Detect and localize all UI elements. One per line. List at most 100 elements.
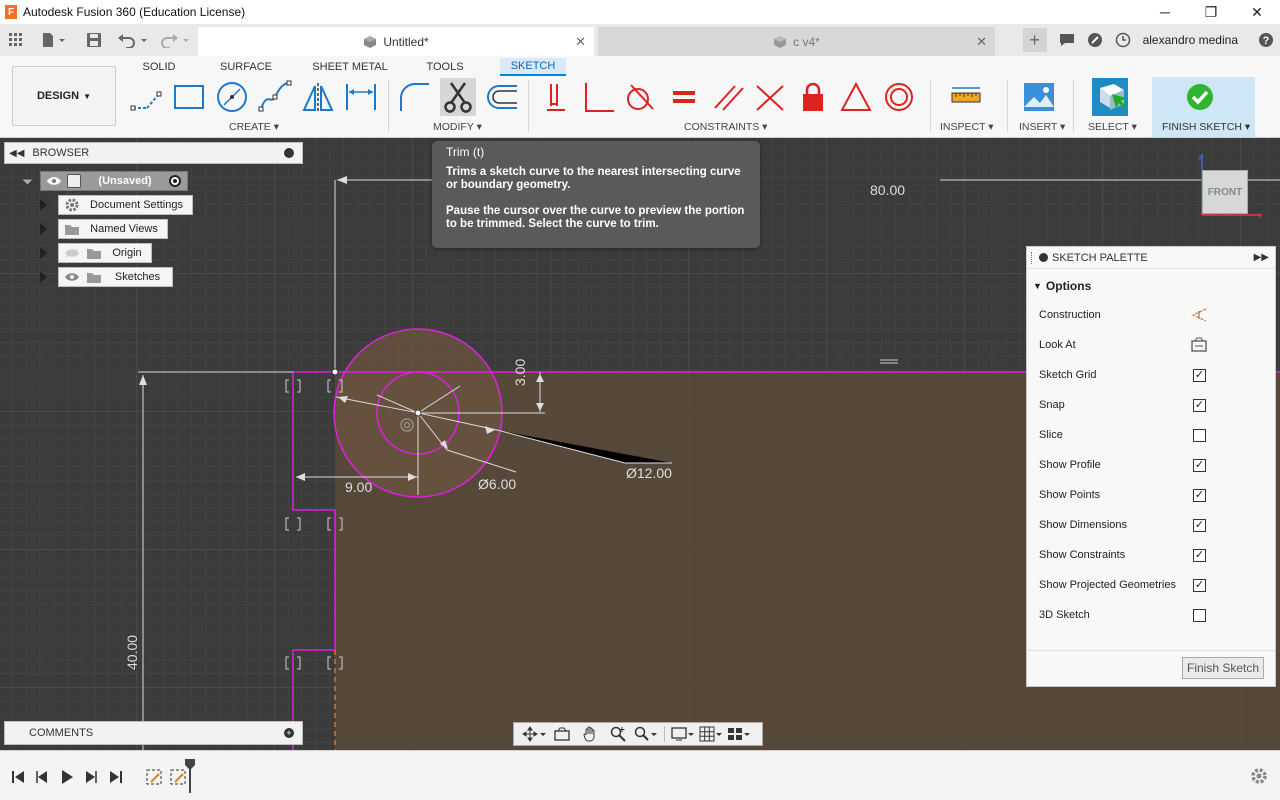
show-constraints-checkbox[interactable]: ✓	[1193, 548, 1206, 562]
insert-image-icon[interactable]	[1021, 78, 1057, 116]
help-icon[interactable]: ?	[1252, 24, 1280, 56]
options-section-toggle[interactable]: ▼ Options	[1033, 279, 1091, 293]
show-dimensions-checkbox[interactable]: ✓	[1193, 518, 1206, 532]
slice-checkbox[interactable]	[1193, 428, 1206, 442]
minimize-button[interactable]: ─	[1142, 0, 1188, 24]
expand-origin-icon[interactable]	[40, 247, 47, 259]
redo-icon[interactable]	[158, 30, 192, 50]
hidden-eye-icon[interactable]	[63, 247, 81, 259]
tab-c-v4[interactable]: c v4* ✕	[598, 27, 995, 56]
equal-constraint-icon[interactable]	[666, 78, 702, 116]
trim-tool-icon[interactable]	[440, 78, 476, 116]
fillet-tool-icon[interactable]	[397, 78, 433, 116]
rectangle-tool-icon[interactable]	[171, 78, 207, 116]
create-group-menu[interactable]: CREATE ▾	[229, 121, 279, 133]
parallel-constraint-icon[interactable]	[710, 78, 746, 116]
offset-tool-icon[interactable]	[483, 78, 519, 116]
tab-solid[interactable]: SOLID	[138, 58, 180, 76]
tab-untitled[interactable]: Untitled* ✕	[198, 27, 594, 56]
show-projected-geometries-checkbox[interactable]: ✓	[1193, 578, 1206, 592]
zoom-icon[interactable]	[604, 724, 632, 744]
activate-radio-icon[interactable]	[169, 175, 181, 187]
tab-tools[interactable]: TOOLS	[422, 58, 468, 76]
go-to-start-icon[interactable]	[8, 768, 28, 786]
spline-tool-icon[interactable]	[257, 78, 293, 116]
dimension-6-dia[interactable]: Ø6.00	[478, 476, 516, 492]
3d-sketch-checkbox[interactable]	[1193, 608, 1206, 622]
user-account-menu[interactable]: alexandro medina	[1137, 33, 1252, 47]
step-back-icon[interactable]	[32, 768, 52, 786]
tab-sketch[interactable]: SKETCH	[500, 58, 566, 76]
snap-checkbox[interactable]: ✓	[1193, 398, 1206, 412]
concentric-constraint-icon[interactable]	[881, 78, 917, 116]
collapse-chevron-icon[interactable]: ◀◀	[9, 148, 24, 159]
circle-tool-icon[interactable]	[214, 78, 250, 116]
finish-sketch-button[interactable]: FINISH SKETCH ▾	[1152, 77, 1255, 137]
orbit-icon[interactable]	[520, 724, 548, 744]
construction-icon[interactable]	[1190, 307, 1208, 323]
look-at-nav-icon[interactable]	[548, 724, 576, 744]
close-tab-icon[interactable]: ✕	[976, 34, 987, 50]
data-panel-grid-icon[interactable]	[6, 30, 26, 50]
palette-header[interactable]: SKETCH PALETTE ▶▶	[1027, 247, 1275, 269]
constraints-group-menu[interactable]: CONSTRAINTS ▾	[684, 121, 767, 133]
dimension-3[interactable]: 3.00	[512, 359, 528, 386]
fit-zoom-icon[interactable]	[632, 724, 660, 744]
minimize-palette-icon[interactable]	[1039, 253, 1048, 262]
extensions-icon[interactable]	[1081, 24, 1109, 56]
show-profile-checkbox[interactable]: ✓	[1193, 458, 1206, 472]
job-status-icon[interactable]	[1053, 24, 1081, 56]
visibility-eye-icon[interactable]	[63, 271, 81, 283]
maximize-button[interactable]: ❐	[1188, 0, 1234, 24]
new-tab-plus-icon[interactable]: +	[1022, 28, 1047, 52]
expand-named-views-icon[interactable]	[40, 223, 47, 235]
expand-sketches-icon[interactable]	[40, 271, 47, 283]
tab-sheet-metal[interactable]: SHEET METAL	[310, 58, 390, 76]
palette-finish-sketch-button[interactable]: Finish Sketch	[1182, 657, 1264, 679]
dimension-40[interactable]: 40.00	[124, 635, 140, 670]
browser-root-unsaved[interactable]: (Unsaved)	[40, 171, 188, 191]
browser-item-origin[interactable]: Origin	[58, 243, 152, 263]
save-icon[interactable]	[84, 30, 104, 50]
timeline-marker-icon[interactable]	[184, 759, 196, 796]
tangent-constraint-icon[interactable]	[622, 78, 658, 116]
notification-clock-icon[interactable]	[1109, 24, 1137, 56]
insert-group-menu[interactable]: INSERT ▾	[1019, 121, 1065, 133]
palette-grip-icon[interactable]	[1031, 251, 1033, 264]
play-icon[interactable]	[57, 768, 77, 786]
tab-surface[interactable]: SURFACE	[217, 58, 275, 76]
browser-item-named-views[interactable]: Named Views	[58, 219, 168, 239]
triangle-constraint-icon[interactable]	[838, 78, 874, 116]
coincident-constraint-icon[interactable]	[752, 78, 788, 116]
fix-lock-constraint-icon[interactable]	[795, 78, 831, 116]
visibility-eye-icon[interactable]	[45, 175, 63, 187]
dimension-80[interactable]: 80.00	[870, 182, 905, 198]
viewports-icon[interactable]	[725, 724, 753, 744]
step-forward-icon[interactable]	[81, 768, 101, 786]
select-arrow-icon[interactable]	[1092, 78, 1128, 116]
select-group-menu[interactable]: SELECT ▾	[1088, 121, 1137, 133]
timeline-settings-gear-icon[interactable]	[1250, 767, 1268, 788]
perpendicular-constraint-icon[interactable]	[580, 78, 616, 116]
show-points-checkbox[interactable]: ✓	[1193, 488, 1206, 502]
go-to-end-icon[interactable]	[106, 768, 126, 786]
file-menu-icon[interactable]	[38, 30, 70, 50]
expand-document-settings-icon[interactable]	[40, 199, 47, 211]
minimize-panel-icon[interactable]	[284, 148, 294, 158]
modify-group-menu[interactable]: MODIFY ▾	[433, 121, 482, 133]
dimension-9[interactable]: 9.00	[345, 479, 372, 495]
line-tool-icon[interactable]	[128, 78, 164, 116]
workspace-switcher-button[interactable]: DESIGN ▼	[12, 66, 116, 126]
browser-item-sketches[interactable]: Sketches	[58, 267, 173, 287]
timeline-sketch-feature-1[interactable]	[144, 768, 164, 786]
mirror-tool-icon[interactable]	[300, 78, 336, 116]
sketch-grid-checkbox[interactable]: ✓	[1193, 368, 1206, 382]
dimension-12-dia[interactable]: Ø12.00	[626, 465, 672, 481]
add-comment-icon[interactable]: +	[284, 728, 294, 738]
measure-ruler-icon[interactable]	[948, 78, 984, 116]
inspect-group-menu[interactable]: INSPECT ▾	[940, 121, 994, 133]
viewcube-front-face[interactable]: FRONT	[1202, 170, 1248, 214]
pan-hand-icon[interactable]	[576, 724, 604, 744]
browser-item-document-settings[interactable]: Document Settings	[58, 195, 193, 215]
comments-panel-header[interactable]: COMMENTS +	[4, 721, 303, 745]
